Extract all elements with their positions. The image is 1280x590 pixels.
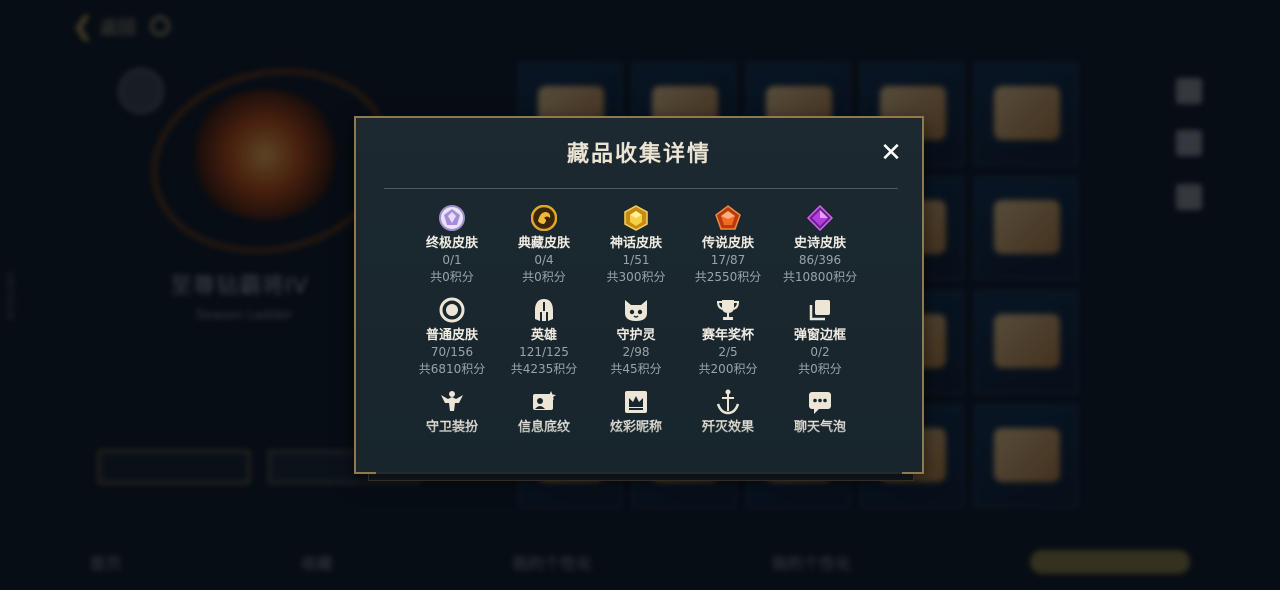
category-item-epic-skin[interactable]: 史诗皮肤 86/396 共10800积分 [774,204,866,296]
chat-bubble-icon [806,388,834,416]
category-points: 共200积分 [698,362,758,376]
category-count: 17/87 [710,253,746,267]
guardian-spirit-icon [622,296,650,324]
category-name: 传说皮肤 [701,236,754,251]
category-name: 赛年奖杯 [701,328,754,343]
category-count: 70/156 [430,345,474,359]
category-name: 守护灵 [616,328,656,343]
category-name: 英雄 [530,328,557,343]
ultimate-skin-gem-icon [438,204,466,232]
legend-skin-gem-icon [714,204,742,232]
category-name: 歼灭效果 [701,420,754,435]
category-name: 典藏皮肤 [517,236,570,251]
guard-outfit-icon [438,388,466,416]
close-button[interactable]: ✕ [878,140,904,166]
colorful-nickname-icon [622,388,650,416]
category-count: 0/4 [534,253,554,267]
category-item-normal-skin[interactable]: 普通皮肤 70/156 共6810积分 [406,296,498,388]
category-points: 共0积分 [522,270,566,284]
popup-frame-icon [806,296,834,324]
category-item-info-background[interactable]: 信息底纹 [498,388,590,480]
category-count: 2/98 [622,345,650,359]
category-points: 共6810积分 [418,362,486,376]
category-item-annihilation-effect[interactable]: 歼灭效果 [682,388,774,480]
category-count: 121/125 [519,345,569,359]
category-points: 共10800积分 [782,270,858,284]
dialog-title: 藏品收集详情 [566,142,711,167]
category-item-ultimate-skin[interactable]: 终极皮肤 0/1 共0积分 [406,204,498,296]
collection-detail-dialog: 藏品收集详情 ✕ 终极皮肤 0/1 共0积分 典藏皮肤 0/4 共0积分 神话皮… [354,116,924,474]
category-name: 普通皮肤 [425,328,478,343]
category-points: 共0积分 [430,270,474,284]
annihilation-effect-icon [714,388,742,416]
category-item-myth-skin[interactable]: 神话皮肤 1/51 共300积分 [590,204,682,296]
category-points: 共2550积分 [694,270,762,284]
epic-skin-gem-icon [806,204,834,232]
category-item-guard-outfit[interactable]: 守卫装扮 [406,388,498,480]
category-item-classic-skin[interactable]: 典藏皮肤 0/4 共0积分 [498,204,590,296]
myth-skin-gem-icon [622,204,650,232]
category-item-guardian-spirit[interactable]: 守护灵 2/98 共45积分 [590,296,682,388]
category-item-hero[interactable]: 英雄 121/125 共4235积分 [498,296,590,388]
category-name: 聊天气泡 [793,420,846,435]
category-count: 0/2 [810,345,830,359]
category-count: 2/5 [718,345,738,359]
classic-skin-dragon-icon [530,204,558,232]
category-item-legend-skin[interactable]: 传说皮肤 17/87 共2550积分 [682,204,774,296]
category-name: 弹窗边框 [793,328,846,343]
category-points: 共0积分 [798,362,842,376]
category-name: 史诗皮肤 [793,236,846,251]
trophy-icon [714,296,742,324]
info-background-icon [530,388,558,416]
category-name: 炫彩昵称 [609,420,662,435]
title-divider [384,188,898,189]
category-name: 神话皮肤 [609,236,662,251]
category-name: 守卫装扮 [425,420,478,435]
normal-skin-ring-icon [438,296,466,324]
category-item-season-trophy[interactable]: 赛年奖杯 2/5 共200积分 [682,296,774,388]
hero-helmet-icon [530,296,558,324]
category-points: 共4235积分 [510,362,578,376]
category-name: 终极皮肤 [425,236,478,251]
category-count: 1/51 [622,253,650,267]
category-count: 86/396 [798,253,842,267]
category-grid: 终极皮肤 0/1 共0积分 典藏皮肤 0/4 共0积分 神话皮肤 1/51 共3… [406,204,866,480]
category-name: 信息底纹 [517,420,570,435]
category-item-chat-bubble[interactable]: 聊天气泡 [774,388,866,480]
category-points: 共300积分 [606,270,666,284]
category-points: 共45积分 [610,362,662,376]
category-item-colorful-nickname[interactable]: 炫彩昵称 [590,388,682,480]
category-count: 0/1 [442,253,462,267]
category-item-popup-frame[interactable]: 弹窗边框 0/2 共0积分 [774,296,866,388]
